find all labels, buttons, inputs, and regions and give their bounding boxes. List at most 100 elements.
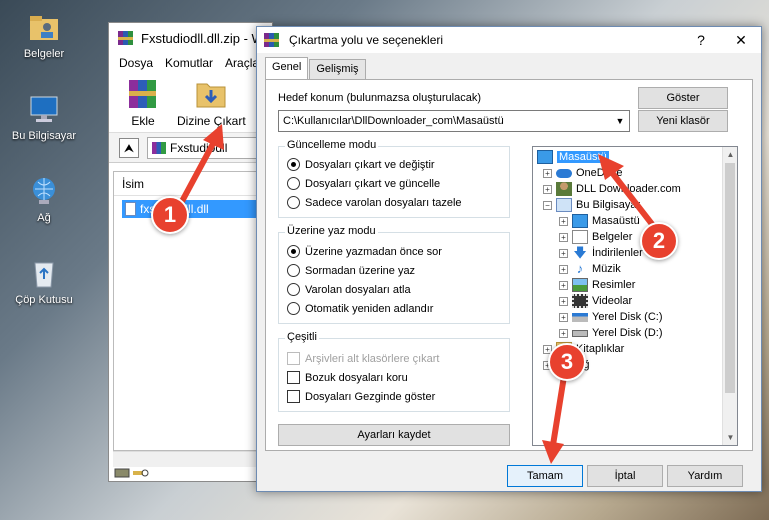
scroll-up-icon[interactable]: ▲: [723, 147, 737, 162]
destination-label: Hedef konum (bulunmazsa oluşturulacak): [278, 92, 481, 104]
checkbox-icon[interactable]: [287, 390, 300, 403]
chevron-down-icon[interactable]: ▼: [611, 111, 629, 131]
tab-advanced[interactable]: Gelişmiş: [309, 59, 366, 79]
tree-item-this-pc[interactable]: − Bu Bilgisayar: [543, 197, 640, 213]
documents-icon: [572, 230, 588, 244]
checkbox-label: Bozuk dosyaları koru: [305, 371, 408, 384]
misc-title: Çeşitli: [285, 331, 319, 343]
extract-to-button[interactable]: Dizine Çıkart: [177, 76, 246, 128]
misc-opt-keep-broken[interactable]: Bozuk dosyaları koru: [287, 371, 408, 384]
help-button[interactable]: Yardım: [667, 465, 743, 487]
overwrite-opt-ask[interactable]: Üzerine yazmadan önce sor: [287, 245, 442, 258]
radio-icon[interactable]: [287, 283, 300, 296]
radio-icon[interactable]: [287, 264, 300, 277]
dialog-titlebar: Çıkartma yolu ve seçenekleri ? ✕: [257, 27, 761, 53]
close-icon[interactable]: ✕: [721, 27, 761, 53]
tree-item-videos[interactable]: + Videolar: [559, 293, 632, 309]
radio-icon[interactable]: [287, 177, 300, 190]
update-opt-fresh-existing[interactable]: Sadece varolan dosyaları tazele: [287, 196, 462, 209]
tree-vertical-scrollbar[interactable]: ▲ ▼: [722, 147, 737, 445]
checkbox-label: Dosyaları Gezginde göster: [305, 390, 436, 403]
tree-item-pictures[interactable]: + Resimler: [559, 277, 635, 293]
overwrite-opt-skip[interactable]: Varolan dosyaları atla: [287, 283, 411, 296]
desktop-icon-recycle-bin[interactable]: Çöp Kutusu: [4, 256, 84, 306]
tab-general[interactable]: Genel: [265, 57, 309, 79]
dll-file-icon: [125, 202, 136, 216]
checkbox-icon[interactable]: [287, 371, 300, 384]
desktop-icon-network[interactable]: Ağ: [4, 174, 84, 224]
recycle-bin-icon: [27, 256, 61, 290]
update-opt-extract-replace[interactable]: Dosyaları çıkart ve değiştir: [287, 158, 435, 171]
overwrite-opt-without-prompt[interactable]: Sormadan üzerine yaz: [287, 264, 415, 277]
tree-item-desktop[interactable]: + Masaüstü: [559, 213, 640, 229]
desktop-icon-this-pc[interactable]: Bu Bilgisayar: [4, 92, 84, 142]
expand-icon[interactable]: +: [543, 184, 552, 194]
add-label: Ekle: [131, 114, 155, 128]
add-button[interactable]: Ekle: [123, 76, 163, 128]
tree-item-documents[interactable]: + Belgeler: [559, 229, 632, 245]
expand-icon[interactable]: +: [559, 264, 568, 274]
expand-icon[interactable]: +: [559, 312, 568, 322]
winrar-title: Fxstudiodll.dll.zip - W: [141, 30, 264, 46]
tree-item-onedrive[interactable]: + OneDrive: [543, 165, 622, 181]
tree-item-downloads[interactable]: + 🡇 İndirilenler: [559, 245, 643, 261]
tree-item-disk-d[interactable]: + Yerel Disk (D:): [559, 325, 663, 341]
overwrite-mode-group: Üzerine yaz modu Üzerine yazmadan önce s…: [278, 225, 510, 324]
update-mode-title: Güncelleme modu: [285, 139, 379, 151]
cancel-button[interactable]: İptal: [587, 465, 663, 487]
desktop-folder-icon: [572, 214, 588, 228]
overwrite-mode-title: Üzerine yaz modu: [285, 225, 378, 237]
expand-icon[interactable]: +: [559, 280, 568, 290]
desktop-icon-label: Çöp Kutusu: [15, 294, 73, 306]
desktop-icon-label: Bu Bilgisayar: [11, 130, 77, 142]
file-row-selected[interactable]: fxstudiodll.dll: [122, 200, 271, 218]
desktop-icon-label: Ağ: [37, 212, 51, 224]
show-button[interactable]: Göster: [638, 87, 728, 109]
menu-commands[interactable]: Komutlar: [165, 56, 213, 70]
tree-item-music[interactable]: + ♪ Müzik: [559, 261, 621, 277]
expand-icon[interactable]: +: [559, 232, 568, 242]
radio-icon[interactable]: [287, 302, 300, 315]
download-arrow-icon: 🡇: [573, 245, 587, 260]
destination-path-combo[interactable]: C:\Kullanıcılar\DllDownloader_com\Masaüs…: [278, 110, 630, 132]
file-list[interactable]: İsim fxstudiodll.dll: [113, 171, 272, 451]
expand-icon[interactable]: +: [543, 168, 552, 178]
scroll-down-icon[interactable]: ▼: [723, 430, 737, 445]
radio-selected-icon[interactable]: [287, 245, 300, 258]
tree-item-desktop-root[interactable]: Masaüstü: [537, 149, 609, 165]
menu-file[interactable]: Dosya: [119, 56, 153, 70]
collapse-icon[interactable]: −: [543, 200, 552, 210]
scroll-thumb[interactable]: [725, 163, 735, 393]
user-icon: [556, 182, 572, 196]
dialog-title: Çıkartma yolu ve seçenekleri: [289, 33, 444, 47]
expand-icon[interactable]: +: [559, 328, 568, 338]
checkbox-disabled-icon[interactable]: [287, 352, 300, 365]
help-icon[interactable]: ?: [681, 27, 721, 53]
desktop-folder-icon: [537, 150, 553, 164]
misc-group: Çeşitli Arşivleri alt klasörlere çıkart …: [278, 331, 510, 412]
new-folder-button[interactable]: Yeni klasör: [638, 110, 728, 132]
desktop-icon-documents[interactable]: Belgeler: [4, 10, 84, 60]
archive-path-box[interactable]: Fxstudiodll: [147, 136, 272, 159]
expand-icon[interactable]: +: [559, 248, 568, 258]
tree-item-user[interactable]: + DLL Downloader.com: [543, 181, 681, 197]
folder-tree[interactable]: Masaüstü + OneDrive + DLL Downloader.com…: [532, 146, 738, 446]
tree-item-disk-c[interactable]: + Yerel Disk (C:): [559, 309, 663, 325]
radio-label: Üzerine yazmadan önce sor: [305, 245, 442, 258]
up-folder-button[interactable]: ⮝: [119, 137, 139, 158]
save-settings-button[interactable]: Ayarları kaydet: [278, 424, 510, 446]
expand-icon[interactable]: +: [559, 296, 568, 306]
overwrite-opt-rename[interactable]: Otomatik yeniden adlandır: [287, 302, 433, 315]
horizontal-scrollbar[interactable]: [113, 451, 272, 467]
update-opt-extract-update[interactable]: Dosyaları çıkart ve güncelle: [287, 177, 440, 190]
column-name-header[interactable]: İsim: [114, 172, 271, 196]
radio-icon[interactable]: [287, 196, 300, 209]
radio-selected-icon[interactable]: [287, 158, 300, 171]
misc-opt-subfolders[interactable]: Arşivleri alt klasörlere çıkart: [287, 352, 439, 365]
misc-opt-show-explorer[interactable]: Dosyaları Gezginde göster: [287, 390, 435, 403]
expand-icon[interactable]: +: [559, 216, 568, 226]
destination-path-value: C:\Kullanıcılar\DllDownloader_com\Masaüs…: [283, 115, 504, 127]
ok-button[interactable]: Tamam: [507, 465, 583, 487]
winrar-books-icon: [263, 31, 281, 49]
radio-label: Dosyaları çıkart ve değiştir: [305, 158, 435, 171]
